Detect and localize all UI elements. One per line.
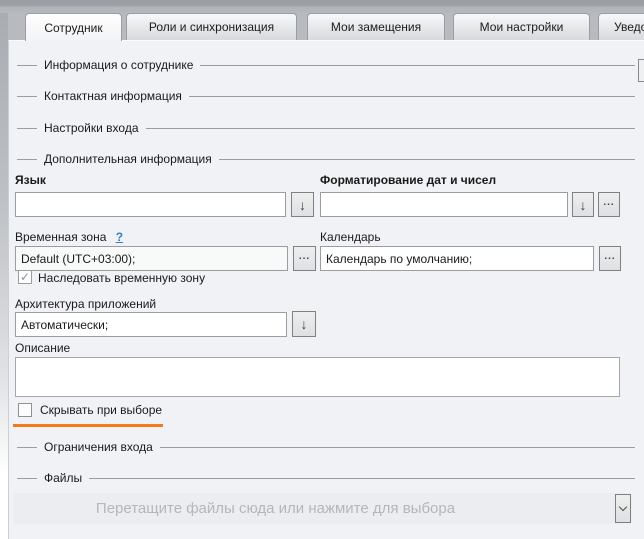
calendar-ellipsis-button[interactable]: ... — [599, 246, 621, 271]
section-contact-info[interactable]: Контактная информация — [17, 88, 635, 104]
date-format-ellipsis-button[interactable]: ... — [598, 192, 620, 217]
architecture-dropdown-button[interactable]: ↓ — [292, 311, 316, 337]
hide-on-select-checkbox[interactable] — [18, 403, 32, 417]
tab-content-panel — [8, 40, 644, 539]
section-additional-info-title: Дополнительная информация — [44, 152, 212, 166]
timezone-help-link[interactable]: ? — [116, 230, 123, 244]
language-input[interactable] — [15, 192, 286, 217]
inherit-timezone-checkbox[interactable]: ✓ — [18, 270, 32, 284]
dropdown-arrow-icon: ↓ — [299, 198, 306, 212]
calendar-label: Календарь — [320, 230, 381, 244]
section-files[interactable]: Файлы — [17, 470, 635, 486]
architecture-label: Архитектура приложений — [15, 297, 156, 311]
section-rule — [89, 478, 635, 479]
employee-settings-window: Сотрудник Роли и синхронизация Мои замещ… — [0, 0, 644, 539]
section-rule — [219, 159, 635, 160]
timezone-ellipsis-button[interactable]: ... — [293, 246, 316, 271]
tab-my-substitutions-label: Мои замещения — [331, 20, 421, 34]
files-dropzone[interactable]: Перетащите файлы сюда или нажмите для вы… — [13, 493, 632, 524]
section-rule — [146, 128, 636, 129]
language-dropdown-button[interactable]: ↓ — [291, 192, 314, 217]
clipped-side-button[interactable] — [638, 59, 644, 82]
date-format-dropdown-button[interactable]: ↓ — [572, 192, 594, 217]
hide-on-select-label: Скрывать при выборе — [40, 403, 162, 417]
architecture-input[interactable] — [15, 312, 287, 337]
tab-my-settings-label: Мои настройки — [480, 20, 564, 34]
tab-employee-label: Сотрудник — [44, 21, 102, 35]
tab-notifications-label: Уведо — [614, 20, 644, 34]
tab-notifications[interactable]: Уведо — [598, 13, 644, 40]
dropzone-placeholder: Перетащите файлы сюда или нажмите для вы… — [13, 493, 538, 524]
checkmark-icon: ✓ — [20, 271, 30, 283]
date-format-input[interactable] — [320, 192, 568, 217]
inherit-timezone-label: Наследовать временную зону — [38, 271, 205, 285]
tab-roles-sync-label: Роли и синхронизация — [149, 20, 274, 34]
calendar-input[interactable] — [320, 246, 594, 271]
timezone-label-text: Временная зона — [15, 230, 106, 244]
section-additional-info[interactable]: Дополнительная информация — [17, 151, 635, 167]
section-login-restrictions[interactable]: Ограничения входа — [17, 439, 635, 455]
section-employee-info-title: Информация о сотруднике — [44, 58, 193, 72]
section-rule — [189, 96, 635, 97]
dropdown-arrow-icon: ↓ — [580, 198, 587, 212]
tab-employee[interactable]: Сотрудник — [25, 13, 122, 41]
section-files-title: Файлы — [44, 471, 82, 485]
section-dash — [17, 96, 37, 97]
window-top-strip — [0, 0, 644, 13]
section-login-settings[interactable]: Настройки входа — [17, 120, 635, 136]
section-rule — [200, 65, 635, 66]
language-label: Язык — [15, 173, 46, 187]
tab-roles-sync[interactable]: Роли и синхронизация — [126, 13, 297, 40]
dropzone-expand-button[interactable] — [615, 494, 631, 523]
description-textarea[interactable] — [15, 357, 620, 397]
ellipsis-icon: ... — [604, 252, 615, 266]
timezone-label: Временная зона ? — [15, 230, 123, 244]
section-dash — [17, 447, 37, 448]
tab-my-substitutions[interactable]: Мои замещения — [307, 13, 445, 40]
tab-my-settings[interactable]: Мои настройки — [453, 13, 590, 40]
highlight-underline — [13, 424, 163, 427]
date-format-label: Форматирование дат и чисел — [320, 173, 496, 187]
section-login-settings-title: Настройки входа — [44, 121, 139, 135]
description-label: Описание — [15, 341, 70, 355]
section-dash — [17, 478, 37, 479]
chevron-down-icon — [619, 503, 627, 511]
section-contact-info-title: Контактная информация — [44, 89, 182, 103]
section-rule — [160, 447, 635, 448]
window-left-margin — [0, 13, 8, 539]
ellipsis-icon: ... — [603, 198, 614, 212]
section-dash — [17, 128, 37, 129]
section-dash — [17, 159, 37, 160]
dropdown-arrow-icon: ↓ — [301, 317, 308, 331]
section-dash — [17, 65, 37, 66]
section-employee-info[interactable]: Информация о сотруднике — [17, 57, 635, 73]
timezone-input[interactable] — [15, 246, 288, 271]
ellipsis-icon: ... — [299, 252, 310, 266]
section-login-restrictions-title: Ограничения входа — [44, 440, 153, 454]
